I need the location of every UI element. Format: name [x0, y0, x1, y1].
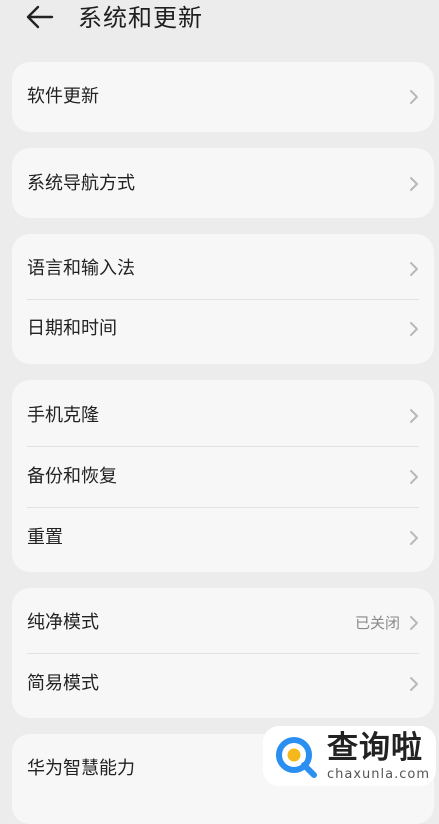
- settings-item-label: 语言和输入法: [27, 258, 135, 279]
- watermark: 查询啦 chaxunla.com: [263, 726, 436, 786]
- watermark-name: 查询啦: [327, 730, 423, 766]
- settings-item-label: 华为智慧能力: [27, 758, 135, 779]
- settings-group-language-date: 语言和输入法 日期和时间: [12, 234, 434, 364]
- chevron-right-icon: [410, 322, 418, 336]
- chevron-right-icon: [410, 616, 418, 630]
- back-button[interactable]: [24, 2, 58, 32]
- search-logo-icon: [276, 737, 317, 778]
- page-title: 系统和更新: [78, 4, 203, 32]
- settings-item-simple-mode[interactable]: 简易模式: [12, 654, 434, 714]
- chevron-right-icon: [410, 409, 418, 423]
- settings-item-label: 重置: [27, 527, 63, 548]
- settings-group-navigation: 系统导航方式: [12, 148, 434, 218]
- chevron-right-icon: [410, 262, 418, 276]
- settings-item-label: 简易模式: [27, 673, 99, 694]
- settings-item-backup-restore[interactable]: 备份和恢复: [12, 447, 434, 507]
- chevron-right-icon: [410, 177, 418, 191]
- settings-item-reset[interactable]: 重置: [12, 508, 434, 568]
- chevron-right-icon: [410, 677, 418, 691]
- settings-group-software-update: 软件更新: [12, 62, 434, 132]
- status-value: 已关闭: [354, 614, 400, 632]
- top-bar: 系统和更新: [0, 0, 439, 42]
- settings-item-language-input[interactable]: 语言和输入法: [12, 239, 434, 299]
- settings-item-label: 软件更新: [27, 86, 99, 107]
- settings-item-label: 纯净模式: [27, 612, 99, 633]
- chevron-right-icon: [410, 531, 418, 545]
- chevron-right-icon: [410, 470, 418, 484]
- settings-item-label: 日期和时间: [27, 318, 117, 339]
- settings-item-system-navigation[interactable]: 系统导航方式: [12, 154, 434, 214]
- chevron-right-icon: [410, 90, 418, 104]
- settings-group-modes: 纯净模式 已关闭 简易模式: [12, 588, 434, 718]
- watermark-domain: chaxunla.com: [327, 767, 430, 782]
- settings-item-date-time[interactable]: 日期和时间: [12, 299, 434, 359]
- settings-item-phone-clone[interactable]: 手机克隆: [12, 386, 434, 446]
- settings-group-backup-reset: 手机克隆 备份和恢复 重置: [12, 380, 434, 572]
- settings-item-label: 手机克隆: [27, 405, 99, 426]
- arrow-left-icon: [26, 5, 54, 29]
- settings-item-label: 系统导航方式: [27, 173, 135, 194]
- settings-item-software-update[interactable]: 软件更新: [12, 67, 434, 127]
- settings-item-label: 备份和恢复: [27, 466, 117, 487]
- settings-item-pure-mode[interactable]: 纯净模式 已关闭: [12, 593, 434, 653]
